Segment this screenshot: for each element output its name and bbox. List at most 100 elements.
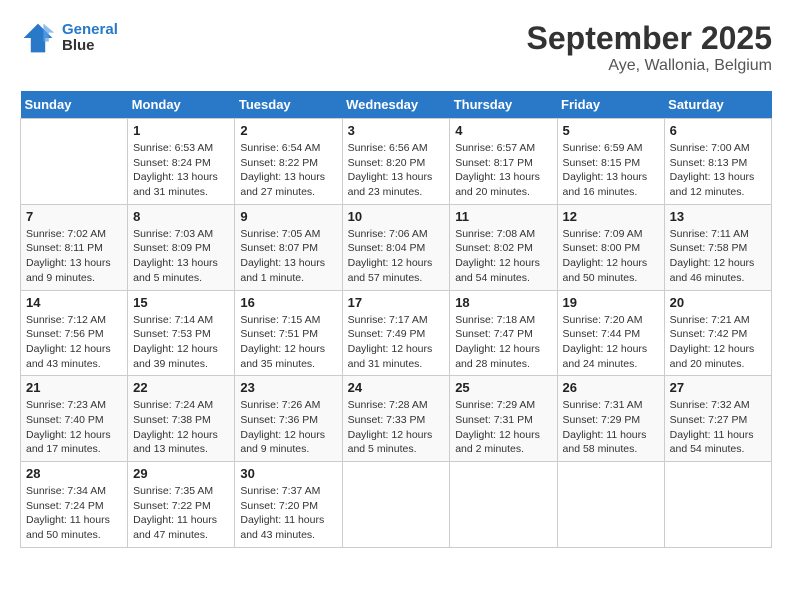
col-header-sunday: Sunday bbox=[21, 91, 128, 119]
day-number: 12 bbox=[563, 209, 659, 224]
calendar-cell bbox=[21, 119, 128, 205]
day-number: 16 bbox=[240, 295, 336, 310]
calendar-cell bbox=[450, 462, 557, 548]
calendar-cell: 15Sunrise: 7:14 AM Sunset: 7:53 PM Dayli… bbox=[128, 290, 235, 376]
calendar-cell: 21Sunrise: 7:23 AM Sunset: 7:40 PM Dayli… bbox=[21, 376, 128, 462]
day-info: Sunrise: 7:06 AM Sunset: 8:04 PM Dayligh… bbox=[348, 227, 445, 286]
calendar-cell: 5 Sunrise: 6:59 AM Sunset: 8:15 PM Daylig… bbox=[557, 119, 664, 205]
calendar-cell: 25Sunrise: 7:29 AM Sunset: 7:31 PM Dayli… bbox=[450, 376, 557, 462]
day-info: Sunrise: 7:00 AM Sunset: 8:13 PM Dayligh… bbox=[670, 141, 766, 200]
day-number: 24 bbox=[348, 380, 445, 395]
col-header-thursday: Thursday bbox=[450, 91, 557, 119]
day-info: Sunrise: 7:31 AM Sunset: 7:29 PM Dayligh… bbox=[563, 398, 659, 457]
day-info: Sunrise: 7:26 AM Sunset: 7:36 PM Dayligh… bbox=[240, 398, 336, 457]
calendar-cell: 14 Sunrise: 7:12 AM Sunset: 7:56 PM Dayli… bbox=[21, 290, 128, 376]
calendar-cell: 19 Sunrise: 7:20 AM Sunset: 7:44 PM Dayli… bbox=[557, 290, 664, 376]
day-info: Sunrise: 6:53 AM Sunset: 8:24 PM Dayligh… bbox=[133, 141, 229, 200]
day-number: 8 bbox=[133, 209, 229, 224]
calendar-cell: 24 Sunrise: 7:28 AM Sunset: 7:33 PM Dayli… bbox=[342, 376, 450, 462]
logo: General Blue bbox=[20, 20, 118, 56]
page-subtitle: Aye, Wallonia, Belgium bbox=[527, 57, 772, 75]
day-info: Sunrise: 7:18 AM Sunset: 7:47 PM Dayligh… bbox=[455, 313, 551, 372]
calendar-cell: 3 Sunrise: 6:56 AM Sunset: 8:20 PM Daylig… bbox=[342, 119, 450, 205]
day-number: 1 bbox=[133, 123, 229, 138]
calendar-cell: 18 Sunrise: 7:18 AM Sunset: 7:47 PM Dayli… bbox=[450, 290, 557, 376]
day-info: Sunrise: 7:29 AM Sunset: 7:31 PM Dayligh… bbox=[455, 398, 551, 457]
logo-icon bbox=[20, 20, 56, 56]
day-info: Sunrise: 7:21 AM Sunset: 7:42 PM Dayligh… bbox=[670, 313, 766, 372]
day-info: Sunrise: 7:08 AM Sunset: 8:02 PM Dayligh… bbox=[455, 227, 551, 286]
day-number: 20 bbox=[670, 295, 766, 310]
day-number: 13 bbox=[670, 209, 766, 224]
calendar-cell: 28 Sunrise: 7:34 AM Sunset: 7:24 PM Dayli… bbox=[21, 462, 128, 548]
day-info: Sunrise: 7:20 AM Sunset: 7:44 PM Dayligh… bbox=[563, 313, 659, 372]
calendar-cell: 17 Sunrise: 7:17 AM Sunset: 7:49 PM Dayli… bbox=[342, 290, 450, 376]
calendar-cell: 11Sunrise: 7:08 AM Sunset: 8:02 PM Dayli… bbox=[450, 204, 557, 290]
day-number: 28 bbox=[26, 466, 122, 481]
calendar-cell: 12 Sunrise: 7:09 AM Sunset: 8:00 PM Dayli… bbox=[557, 204, 664, 290]
calendar-cell: 10Sunrise: 7:06 AM Sunset: 8:04 PM Dayli… bbox=[342, 204, 450, 290]
calendar-week-3: 14 Sunrise: 7:12 AM Sunset: 7:56 PM Dayli… bbox=[21, 290, 772, 376]
day-info: Sunrise: 7:14 AM Sunset: 7:53 PM Dayligh… bbox=[133, 313, 229, 372]
col-header-monday: Monday bbox=[128, 91, 235, 119]
day-number: 14 bbox=[26, 295, 122, 310]
day-info: Sunrise: 7:32 AM Sunset: 7:27 PM Dayligh… bbox=[670, 398, 766, 457]
day-info: Sunrise: 7:34 AM Sunset: 7:24 PM Dayligh… bbox=[26, 484, 122, 543]
day-number: 6 bbox=[670, 123, 766, 138]
calendar-cell: 1 Sunrise: 6:53 AM Sunset: 8:24 PM Daylig… bbox=[128, 119, 235, 205]
col-header-saturday: Saturday bbox=[664, 91, 771, 119]
day-info: Sunrise: 6:54 AM Sunset: 8:22 PM Dayligh… bbox=[240, 141, 336, 200]
day-info: Sunrise: 7:12 AM Sunset: 7:56 PM Dayligh… bbox=[26, 313, 122, 372]
logo-line2: Blue bbox=[62, 37, 118, 55]
day-number: 19 bbox=[563, 295, 659, 310]
calendar-cell: 2Sunrise: 6:54 AM Sunset: 8:22 PM Daylig… bbox=[235, 119, 342, 205]
calendar-table: SundayMondayTuesdayWednesdayThursdayFrid… bbox=[20, 91, 772, 548]
day-info: Sunrise: 7:03 AM Sunset: 8:09 PM Dayligh… bbox=[133, 227, 229, 286]
title-block: September 2025 Aye, Wallonia, Belgium bbox=[527, 20, 772, 75]
day-info: Sunrise: 7:28 AM Sunset: 7:33 PM Dayligh… bbox=[348, 398, 445, 457]
day-number: 17 bbox=[348, 295, 445, 310]
calendar-cell: 30Sunrise: 7:37 AM Sunset: 7:20 PM Dayli… bbox=[235, 462, 342, 548]
calendar-cell: 4 Sunrise: 6:57 AM Sunset: 8:17 PM Daylig… bbox=[450, 119, 557, 205]
day-info: Sunrise: 6:56 AM Sunset: 8:20 PM Dayligh… bbox=[348, 141, 445, 200]
calendar-cell bbox=[557, 462, 664, 548]
calendar-cell: 6 Sunrise: 7:00 AM Sunset: 8:13 PM Daylig… bbox=[664, 119, 771, 205]
day-number: 3 bbox=[348, 123, 445, 138]
page-header: General Blue September 2025 Aye, Walloni… bbox=[20, 20, 772, 75]
calendar-cell: 9Sunrise: 7:05 AM Sunset: 8:07 PM Daylig… bbox=[235, 204, 342, 290]
calendar-cell bbox=[342, 462, 450, 548]
calendar-cell: 13Sunrise: 7:11 AM Sunset: 7:58 PM Dayli… bbox=[664, 204, 771, 290]
day-info: Sunrise: 7:17 AM Sunset: 7:49 PM Dayligh… bbox=[348, 313, 445, 372]
calendar-cell: 29Sunrise: 7:35 AM Sunset: 7:22 PM Dayli… bbox=[128, 462, 235, 548]
col-header-tuesday: Tuesday bbox=[235, 91, 342, 119]
day-number: 29 bbox=[133, 466, 229, 481]
day-number: 26 bbox=[563, 380, 659, 395]
col-header-friday: Friday bbox=[557, 91, 664, 119]
calendar-cell: 22Sunrise: 7:24 AM Sunset: 7:38 PM Dayli… bbox=[128, 376, 235, 462]
day-info: Sunrise: 7:24 AM Sunset: 7:38 PM Dayligh… bbox=[133, 398, 229, 457]
day-info: Sunrise: 7:15 AM Sunset: 7:51 PM Dayligh… bbox=[240, 313, 336, 372]
calendar-week-4: 21Sunrise: 7:23 AM Sunset: 7:40 PM Dayli… bbox=[21, 376, 772, 462]
day-info: Sunrise: 7:02 AM Sunset: 8:11 PM Dayligh… bbox=[26, 227, 122, 286]
calendar-cell: 20 Sunrise: 7:21 AM Sunset: 7:42 PM Dayli… bbox=[664, 290, 771, 376]
day-number: 23 bbox=[240, 380, 336, 395]
column-header-row: SundayMondayTuesdayWednesdayThursdayFrid… bbox=[21, 91, 772, 119]
calendar-week-1: 1 Sunrise: 6:53 AM Sunset: 8:24 PM Daylig… bbox=[21, 119, 772, 205]
day-info: Sunrise: 7:37 AM Sunset: 7:20 PM Dayligh… bbox=[240, 484, 336, 543]
day-number: 5 bbox=[563, 123, 659, 138]
day-info: Sunrise: 6:59 AM Sunset: 8:15 PM Dayligh… bbox=[563, 141, 659, 200]
calendar-week-2: 7Sunrise: 7:02 AM Sunset: 8:11 PM Daylig… bbox=[21, 204, 772, 290]
day-number: 9 bbox=[240, 209, 336, 224]
calendar-body: 1 Sunrise: 6:53 AM Sunset: 8:24 PM Daylig… bbox=[21, 119, 772, 548]
day-info: Sunrise: 7:23 AM Sunset: 7:40 PM Dayligh… bbox=[26, 398, 122, 457]
day-info: Sunrise: 7:09 AM Sunset: 8:00 PM Dayligh… bbox=[563, 227, 659, 286]
calendar-cell: 16 Sunrise: 7:15 AM Sunset: 7:51 PM Dayli… bbox=[235, 290, 342, 376]
day-number: 27 bbox=[670, 380, 766, 395]
calendar-cell: 23 Sunrise: 7:26 AM Sunset: 7:36 PM Dayli… bbox=[235, 376, 342, 462]
day-number: 4 bbox=[455, 123, 551, 138]
calendar-cell: 27 Sunrise: 7:32 AM Sunset: 7:27 PM Dayli… bbox=[664, 376, 771, 462]
calendar-cell: 8 Sunrise: 7:03 AM Sunset: 8:09 PM Daylig… bbox=[128, 204, 235, 290]
col-header-wednesday: Wednesday bbox=[342, 91, 450, 119]
day-number: 18 bbox=[455, 295, 551, 310]
day-info: Sunrise: 6:57 AM Sunset: 8:17 PM Dayligh… bbox=[455, 141, 551, 200]
